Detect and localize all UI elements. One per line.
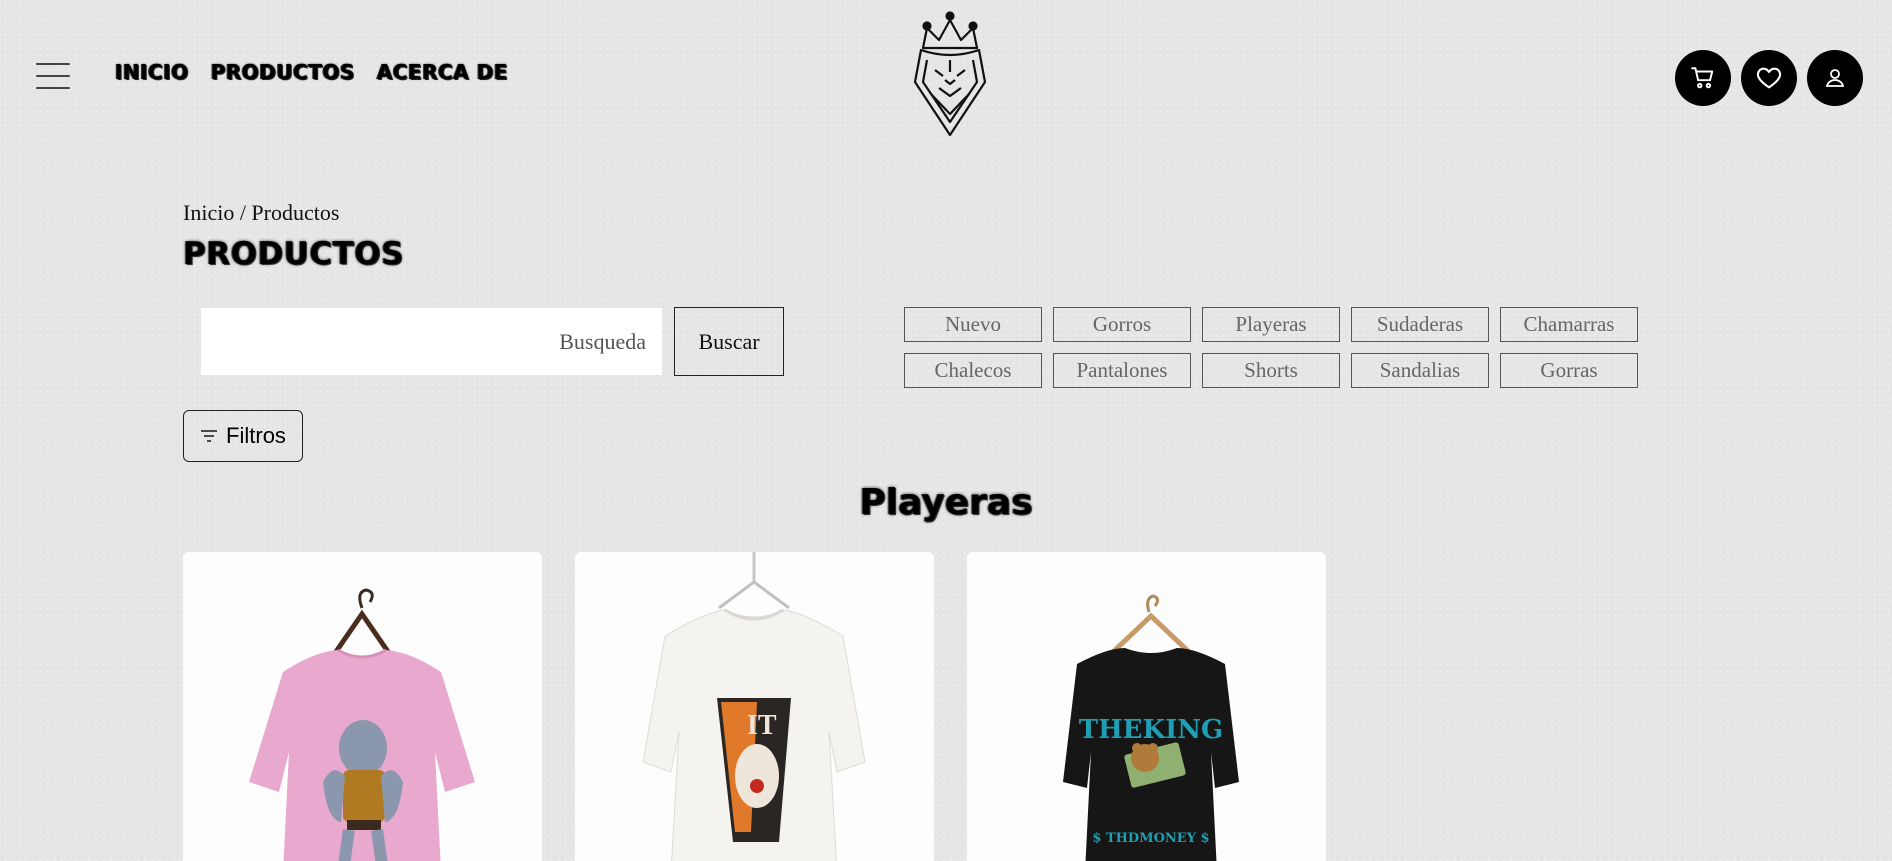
product-image-white-tee: IT bbox=[575, 552, 934, 861]
category-chalecos[interactable]: Chalecos bbox=[904, 353, 1042, 388]
category-shorts[interactable]: Shorts bbox=[1202, 353, 1340, 388]
tiger-crown-logo[interactable] bbox=[905, 10, 995, 140]
product-card[interactable] bbox=[183, 552, 542, 861]
filter-icon bbox=[201, 430, 218, 442]
category-sandalias[interactable]: Sandalias bbox=[1351, 353, 1489, 388]
nav-acerca-de[interactable]: ACERCA DE bbox=[377, 60, 508, 84]
search-button[interactable]: Buscar bbox=[674, 307, 784, 376]
nav-inicio[interactable]: INICIO bbox=[115, 60, 189, 84]
page-title: PRODUCTOS bbox=[183, 236, 404, 272]
category-playeras[interactable]: Playeras bbox=[1202, 307, 1340, 342]
product-card[interactable]: THEKING $ THDMONEY $ bbox=[967, 552, 1326, 861]
category-gorras[interactable]: Gorras bbox=[1500, 353, 1638, 388]
product-card[interactable]: IT bbox=[575, 552, 934, 861]
category-pantalones[interactable]: Pantalones bbox=[1053, 353, 1191, 388]
main-nav: INICIO PRODUCTOS ACERCA DE bbox=[115, 60, 508, 84]
category-sudaderas[interactable]: Sudaderas bbox=[1351, 307, 1489, 342]
filters-label: Filtros bbox=[226, 423, 286, 448]
breadcrumb[interactable]: Inicio / Productos bbox=[183, 200, 339, 226]
product-image-black-tee: THEKING $ THDMONEY $ bbox=[967, 552, 1326, 861]
category-chamarras[interactable]: Chamarras bbox=[1500, 307, 1638, 342]
nav-productos[interactable]: PRODUCTOS bbox=[211, 60, 355, 84]
wishlist-button[interactable] bbox=[1741, 50, 1797, 106]
site-header: INICIO PRODUCTOS ACERCA DE bbox=[0, 0, 1892, 150]
search-input[interactable] bbox=[201, 308, 662, 375]
heart-icon bbox=[1756, 67, 1782, 89]
user-icon bbox=[1825, 69, 1845, 87]
category-nuevo[interactable]: Nuevo bbox=[904, 307, 1042, 342]
print-text: THEKING bbox=[1079, 715, 1223, 745]
hamburger-menu-icon[interactable] bbox=[36, 63, 70, 91]
cart-icon bbox=[1691, 67, 1714, 89]
print-text: IT bbox=[747, 710, 777, 741]
print-sub-text: $ THDMONEY $ bbox=[1092, 831, 1209, 846]
account-button[interactable] bbox=[1807, 50, 1863, 106]
cart-button[interactable] bbox=[1675, 50, 1731, 106]
filters-button[interactable]: Filtros bbox=[183, 410, 303, 462]
section-title: Playeras bbox=[859, 482, 1033, 523]
category-filter-grid: Nuevo Gorros Playeras Sudaderas Chamarra… bbox=[904, 307, 1638, 388]
category-gorros[interactable]: Gorros bbox=[1053, 307, 1191, 342]
product-image-pink-tee bbox=[183, 552, 542, 861]
